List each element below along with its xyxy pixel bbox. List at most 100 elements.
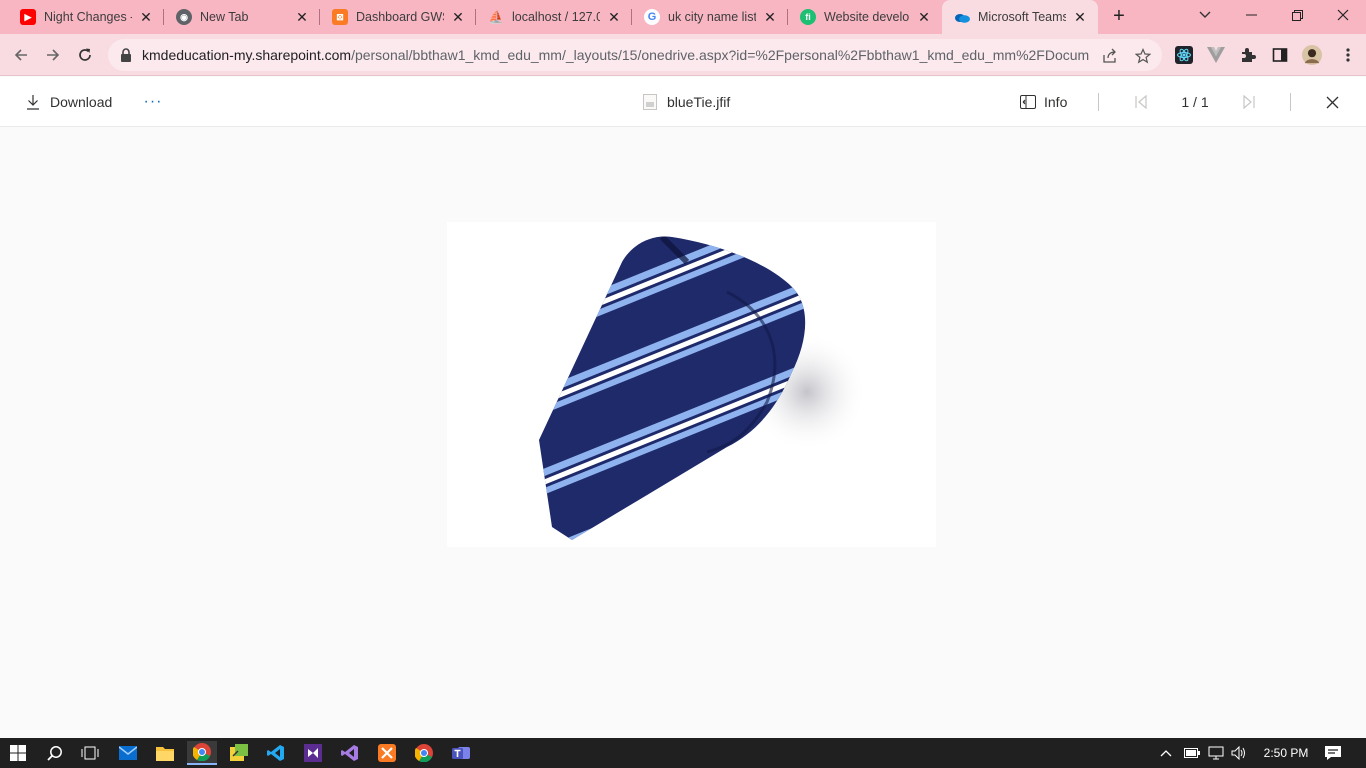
file-viewer-commandbar: Download ··· blueTie.jfif Info 1 / 1 [0, 77, 1366, 127]
new-tab-button[interactable]: + [1108, 6, 1130, 28]
restore-button[interactable] [1274, 0, 1320, 30]
tab-title: Dashboard GWSC [356, 10, 444, 24]
puzzle-icon [1242, 48, 1256, 62]
close-tab-icon[interactable]: ✕ [606, 9, 622, 25]
image-file-icon [643, 94, 657, 110]
mail-icon[interactable] [113, 741, 143, 765]
minimize-button[interactable] [1228, 0, 1274, 30]
profile-avatar[interactable] [1302, 45, 1322, 65]
arrow-right-icon [47, 49, 60, 61]
side-panel-button[interactable] [1270, 45, 1290, 65]
info-label: Info [1044, 94, 1068, 110]
forward-button[interactable] [40, 42, 66, 68]
windows-start-icon[interactable] [3, 741, 33, 765]
extensions-button[interactable] [1238, 45, 1258, 65]
onedrive-icon [954, 9, 970, 25]
tab-localhost[interactable]: ⛵ localhost / 127.0. ✕ [476, 0, 632, 34]
teams-icon[interactable] [446, 741, 476, 765]
close-tab-icon[interactable]: ✕ [1072, 9, 1088, 25]
tab-night-changes[interactable]: ▶ Night Changes - ✕ [0, 0, 164, 34]
close-icon [1337, 9, 1349, 21]
star-icon [1135, 48, 1151, 64]
divider [1098, 93, 1099, 111]
tab-search-button[interactable] [1182, 0, 1228, 30]
tab-dashboard-gwsc[interactable]: ⊠ Dashboard GWSC ✕ [320, 0, 476, 34]
bookmark-button[interactable] [1134, 47, 1152, 65]
react-devtools-extension[interactable] [1174, 45, 1194, 65]
arrow-left-icon [14, 49, 27, 61]
more-options-button[interactable]: ··· [143, 90, 163, 114]
close-tab-icon[interactable]: ✕ [294, 9, 310, 25]
close-tab-icon[interactable]: ✕ [138, 9, 154, 25]
first-page-icon [1135, 95, 1147, 109]
back-button[interactable] [8, 42, 34, 68]
address-bar[interactable]: kmdeducation-my.sharepoint.com/personal/… [108, 39, 1162, 71]
kebab-menu-icon [1346, 48, 1350, 62]
minimize-icon [1245, 14, 1257, 16]
share-button[interactable] [1101, 47, 1119, 65]
restore-icon [1291, 9, 1303, 21]
avatar [1302, 45, 1322, 65]
chrome-icon: ◉ [176, 9, 192, 25]
xampp-icon[interactable] [372, 741, 402, 765]
url-path: /personal/bbthaw1_kmd_edu_mm/_layouts/15… [351, 47, 1090, 63]
download-label: Download [50, 94, 113, 110]
download-button[interactable]: Download [26, 90, 112, 114]
url-host: kmdeducation-my.sharepoint.com [142, 47, 352, 63]
close-tab-icon[interactable]: ✕ [916, 9, 932, 25]
volume-control[interactable] [1231, 738, 1247, 768]
vue-devtools-extension[interactable] [1206, 45, 1226, 65]
reload-button[interactable] [72, 42, 98, 68]
close-tab-icon[interactable]: ✕ [450, 9, 466, 25]
last-page-icon [1243, 95, 1255, 109]
fiverr-icon: fi [800, 9, 816, 25]
tab-title: Website develop [824, 10, 910, 24]
vue-icon [1207, 47, 1225, 63]
action-center-button[interactable] [1325, 738, 1341, 768]
visual-studio-alt-icon[interactable] [335, 741, 365, 765]
browser-toolbar: kmdeducation-my.sharepoint.com/personal/… [0, 34, 1366, 76]
share-icon [1103, 48, 1116, 63]
first-page-button[interactable] [1131, 90, 1151, 114]
react-icon [1175, 46, 1193, 64]
close-tab-icon[interactable]: ✕ [762, 9, 778, 25]
task-view-icon[interactable] [75, 741, 105, 765]
file-name-label: blueTie.jfif [667, 94, 731, 110]
close-icon [1326, 96, 1338, 108]
tab-title: uk city name list [668, 10, 756, 24]
phpmyadmin-icon: ⛵ [488, 10, 504, 24]
taskbar-clock[interactable]: 2:50 PM [1254, 738, 1318, 768]
battery-icon [1184, 748, 1200, 758]
close-viewer-button[interactable] [1322, 90, 1342, 114]
info-button[interactable]: Info [1020, 90, 1067, 114]
visual-studio-icon[interactable] [298, 741, 328, 765]
tab-title: Microsoft Teams [978, 10, 1066, 24]
last-page-button[interactable] [1239, 90, 1259, 114]
tab-title: New Tab [200, 10, 249, 24]
file-explorer-icon[interactable] [150, 741, 180, 765]
chrome-icon[interactable] [187, 741, 217, 765]
image-preview[interactable] [447, 222, 936, 547]
tray-overflow-button[interactable] [1160, 738, 1172, 768]
close-window-button[interactable] [1320, 0, 1366, 30]
side-panel-icon [1272, 48, 1288, 62]
network-icon [1208, 746, 1224, 760]
tab-microsoft-teams[interactable]: Microsoft Teams ✕ [942, 0, 1098, 34]
file-name: blueTie.jfif [643, 90, 730, 114]
chrome-alt-icon[interactable] [409, 741, 439, 765]
battery-status[interactable] [1184, 738, 1200, 768]
network-status[interactable] [1208, 738, 1224, 768]
tab-new-tab[interactable]: ◉ New Tab ✕ [164, 0, 320, 34]
notification-icon [1325, 746, 1341, 760]
reload-icon [79, 48, 91, 61]
search-icon[interactable] [40, 741, 70, 765]
youtube-icon: ▶ [20, 9, 36, 25]
lock-icon [121, 48, 131, 62]
download-icon [27, 95, 39, 110]
tab-website-develop[interactable]: fi Website develop ✕ [788, 0, 942, 34]
vscode-icon[interactable] [261, 741, 291, 765]
chrome-menu-button[interactable] [1338, 45, 1358, 65]
url-text: kmdeducation-my.sharepoint.com/personal/… [142, 47, 1090, 63]
sticky-notes-icon[interactable] [224, 741, 254, 765]
tab-uk-city-name-list[interactable]: G uk city name list ✕ [632, 0, 788, 34]
